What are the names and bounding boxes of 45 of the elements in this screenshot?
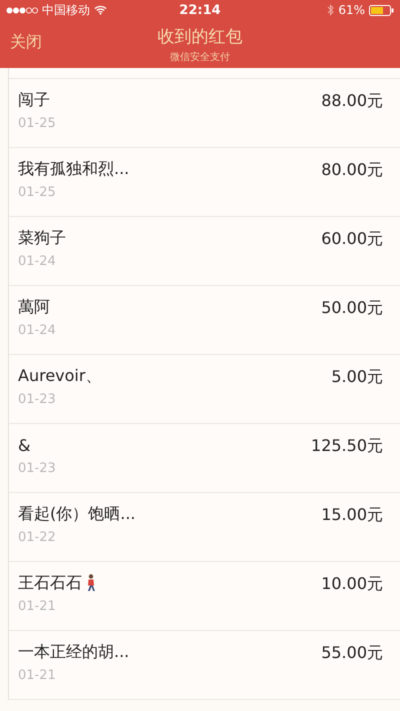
record-row[interactable]: Aurevoir、 01-23 5.00元 — [9, 355, 400, 424]
received-date: 01-21 — [18, 599, 57, 614]
received-date: 01-25 — [18, 185, 57, 200]
record-row[interactable]: 看起(你）饱晒... 01-22 15.00元 — [9, 493, 400, 562]
record-row[interactable]: 王石石石 01-21 10.00元 — [9, 562, 400, 631]
clock-time: 22:14 — [179, 2, 221, 18]
record-row[interactable]: 我有孤独和烈... 01-25 80.00元 — [9, 148, 400, 217]
record-row[interactable]: 萬阿 01-24 50.00元 — [9, 286, 400, 355]
battery-percent: 61% — [338, 3, 365, 17]
amount-text: 10.00元 — [321, 573, 383, 595]
received-date: 01-22 — [18, 530, 57, 545]
sender-name: 闯子 — [18, 90, 50, 110]
record-row[interactable]: & 01-23 125.50元 — [9, 424, 400, 493]
sender-name: Aurevoir、 — [18, 366, 102, 386]
received-date: 01-25 — [18, 116, 56, 131]
record-row[interactable]: 菜狗子 01-24 60.00元 — [9, 217, 400, 286]
sender-name: 我有孤独和烈... — [18, 158, 130, 180]
amount-text: 125.50元 — [311, 435, 383, 457]
received-date: 01-24 — [18, 254, 57, 269]
record-row[interactable]: 一本正经的胡... 01-21 55.00元 — [9, 631, 400, 700]
bluetooth-icon — [327, 4, 334, 16]
amount-text: 50.00元 — [321, 297, 383, 319]
page-subtitle: 微信安全支付 — [170, 50, 230, 64]
carrier-name: 中国移动 — [42, 2, 90, 18]
record-row[interactable]: 闯子 01-25 88.00元 — [9, 79, 400, 148]
sender-name: & — [18, 436, 30, 454]
sender-name: 王石石石 — [18, 572, 82, 594]
wifi-icon — [94, 5, 107, 15]
received-date: 01-24 — [18, 323, 56, 338]
sender-name: 一本正经的胡... — [18, 642, 130, 662]
amount-text: 15.00元 — [321, 504, 383, 526]
sender-name: 看起(你）饱晒... — [18, 504, 136, 524]
amount-text: 55.00元 — [321, 642, 383, 664]
amount-text: 80.00元 — [321, 159, 383, 181]
page-title: 收到的红包 — [158, 26, 242, 48]
sender-name: 萬阿 — [18, 296, 50, 318]
signal-icon — [6, 6, 38, 14]
battery-icon — [369, 4, 394, 16]
received-date: 01-23 — [18, 461, 56, 476]
sender-name: 菜狗子 — [18, 228, 66, 248]
amount-text: 5.00元 — [331, 366, 383, 388]
received-date: 01-23 — [18, 392, 57, 407]
received-date: 01-21 — [18, 668, 57, 683]
amount-text: 88.00元 — [321, 90, 383, 112]
amount-text: 60.00元 — [321, 228, 383, 250]
